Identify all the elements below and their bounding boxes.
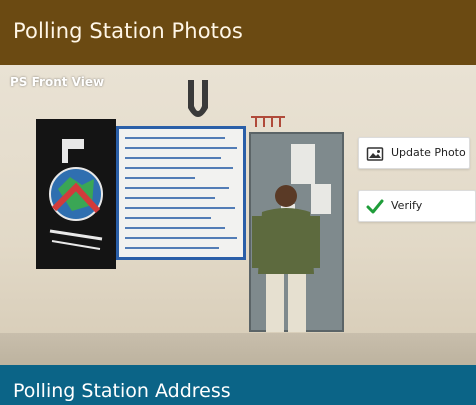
photo-floor <box>0 333 476 365</box>
notice-board <box>116 126 246 260</box>
election-poster <box>36 119 116 269</box>
wall-symbol-icon <box>188 80 208 117</box>
update-photo-label: Update Photo <box>391 146 466 159</box>
person-figure <box>252 185 320 332</box>
address-section-title: Polling Station Address <box>13 380 231 402</box>
photo-view-label: PS Front View <box>10 75 105 89</box>
page-title: Polling Station Photos <box>13 19 243 43</box>
painted-wall-text <box>250 115 286 132</box>
verify-button[interactable]: Verify <box>358 190 476 222</box>
address-section-bar: Polling Station Address <box>0 365 476 405</box>
polling-station-photo: PS Front View Update Photo Verify <box>0 65 476 365</box>
update-photo-button[interactable]: Update Photo <box>358 137 470 169</box>
verify-label: Verify <box>391 199 423 212</box>
check-icon <box>366 199 384 214</box>
header-bar: Polling Station Photos <box>0 0 476 65</box>
photo-icon <box>366 147 384 161</box>
